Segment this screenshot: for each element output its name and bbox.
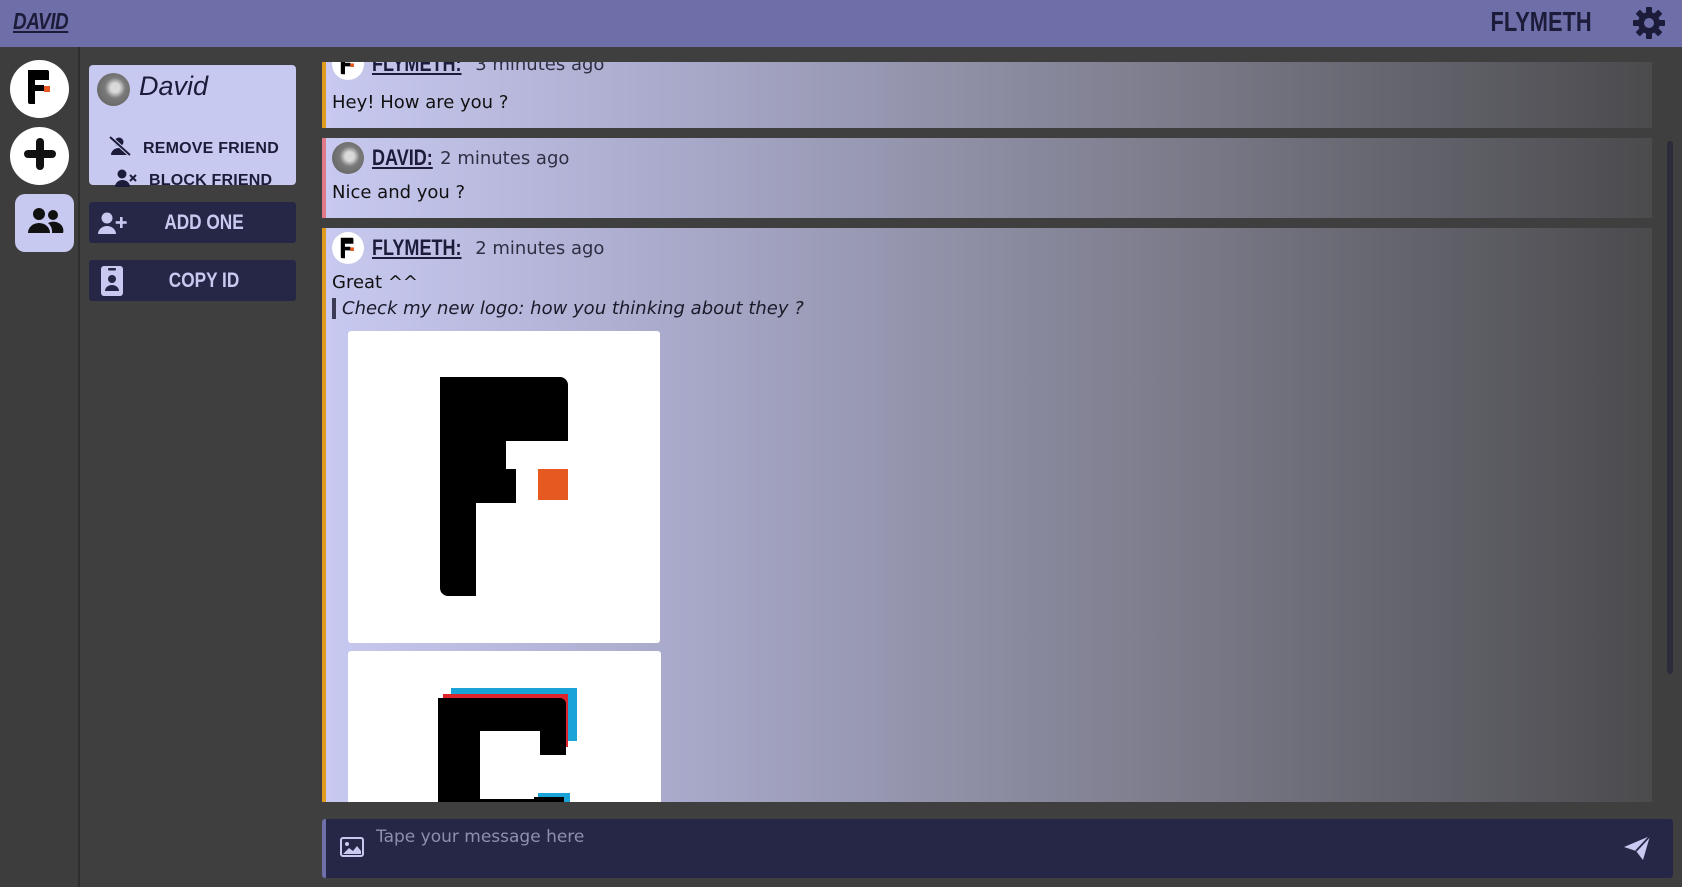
plus-icon	[21, 135, 59, 177]
message-author[interactable]: FLYMETH:	[372, 62, 462, 77]
chat-scrollbar[interactable]	[1667, 141, 1673, 674]
user-block-icon	[115, 169, 137, 192]
message-author[interactable]: FLYMETH:	[372, 235, 462, 261]
message-input[interactable]	[376, 825, 1526, 849]
add-friend-button[interactable]: ADD ONE	[89, 202, 296, 243]
flymeth-avatar	[332, 232, 364, 264]
message-item: FLYMETH: 3 minutes ago Hey! How are you …	[322, 62, 1652, 128]
flymeth-avatar	[332, 62, 364, 80]
flymeth-logo-icon	[25, 67, 55, 111]
top-bar: DAVID FLYMETH	[0, 0, 1682, 47]
remove-friend-button[interactable]: REMOVE FRIEND	[108, 135, 279, 161]
avatar	[97, 73, 130, 106]
current-user-name[interactable]: DAVID	[13, 8, 69, 35]
flymeth-server-button[interactable]	[10, 60, 69, 118]
message-time: 2 minutes ago	[475, 237, 605, 259]
image-upload-icon[interactable]	[340, 837, 364, 861]
message-item: FLYMETH: 2 minutes ago Great ^^ Check my…	[322, 228, 1652, 802]
friends-button[interactable]	[15, 194, 74, 252]
gear-icon[interactable]	[1632, 6, 1666, 40]
users-icon	[26, 206, 64, 240]
block-friend-button[interactable]: BLOCK FRIEND	[115, 169, 272, 192]
send-icon[interactable]	[1623, 835, 1651, 865]
message-composer	[322, 819, 1673, 878]
app-name: FLYMETH	[1490, 6, 1592, 37]
add-friend-label: ADD ONE	[164, 210, 244, 234]
block-friend-label: BLOCK FRIEND	[149, 171, 273, 189]
message-quote: Check my new logo: how you thinking abou…	[332, 298, 804, 319]
message-item: DAVID: 2 minutes ago Nice and you ?	[322, 138, 1652, 218]
id-badge-icon	[89, 265, 135, 297]
chat-messages[interactable]: FLYMETH: 3 minutes ago Hey! How are you …	[322, 62, 1652, 802]
message-author[interactable]: DAVID:	[372, 145, 433, 171]
message-time: 2 minutes ago	[440, 147, 570, 169]
remove-friend-label: REMOVE FRIEND	[143, 139, 279, 157]
copy-id-label: COPY ID	[168, 268, 240, 292]
message-time: 3 minutes ago	[475, 62, 605, 75]
attached-image[interactable]	[348, 331, 660, 643]
friend-name: David	[139, 71, 209, 101]
add-server-button[interactable]	[10, 127, 69, 185]
copy-id-button[interactable]: COPY ID	[89, 260, 296, 301]
server-rail	[0, 47, 80, 887]
user-plus-icon	[89, 211, 135, 235]
attached-image[interactable]	[348, 651, 661, 802]
friends-panel: David REMOVE FRIEND BLOCK FRIEND ADD ONE…	[82, 47, 302, 887]
user-slash-icon	[108, 135, 132, 161]
avatar	[332, 142, 364, 174]
message-text: Hey! How are you ?	[332, 92, 509, 113]
message-text: Great ^^	[332, 272, 419, 293]
message-text: Nice and you ?	[332, 182, 466, 203]
friend-card: David REMOVE FRIEND BLOCK FRIEND	[89, 65, 296, 189]
